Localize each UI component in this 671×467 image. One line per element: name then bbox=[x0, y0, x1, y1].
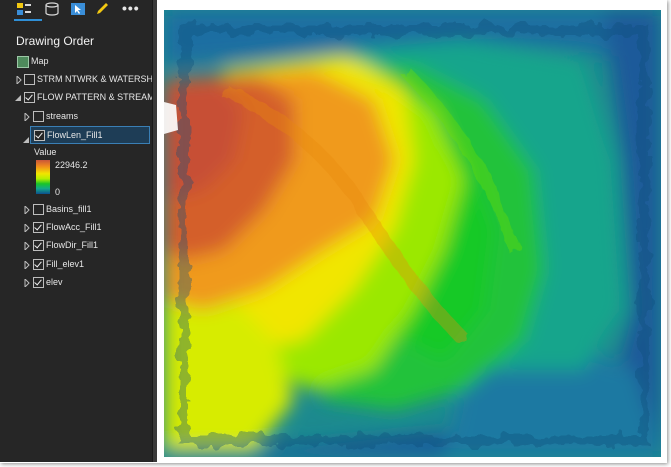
list-by-drawing-order-icon[interactable] bbox=[16, 2, 32, 16]
layer-visibility-checkbox[interactable] bbox=[24, 74, 35, 85]
map-icon bbox=[17, 56, 29, 68]
expand-arrow-icon[interactable] bbox=[24, 204, 30, 216]
layer-visibility-checkbox[interactable] bbox=[33, 222, 44, 233]
layer-visibility-checkbox[interactable] bbox=[33, 240, 44, 251]
list-by-source-icon[interactable] bbox=[44, 2, 60, 16]
flow-length-raster-image bbox=[164, 10, 661, 457]
expand-arrow-icon[interactable] bbox=[16, 74, 22, 86]
legend-title: Value bbox=[34, 147, 57, 157]
flow-length-raster[interactable] bbox=[164, 10, 661, 457]
tree-item-fill-elev1[interactable]: Fill_elev1 bbox=[0, 256, 152, 274]
layer-visibility-checkbox[interactable] bbox=[24, 92, 35, 103]
legend-low-value: 0 bbox=[55, 187, 61, 197]
tree-item-label: Basins_fill1 bbox=[46, 204, 92, 214]
layer-visibility-checkbox[interactable] bbox=[34, 130, 45, 141]
collapse-arrow-icon[interactable] bbox=[15, 94, 21, 102]
layer-visibility-checkbox[interactable] bbox=[33, 204, 44, 215]
tree-item-label: streams bbox=[46, 111, 79, 121]
tree-item-elev[interactable]: elev bbox=[0, 274, 152, 292]
tree-item-streams[interactable]: streams bbox=[0, 108, 152, 126]
expand-arrow-icon[interactable] bbox=[24, 277, 30, 289]
active-tab-indicator bbox=[14, 19, 42, 21]
tree-item-strm-ntwrk-watershed[interactable]: STRM NTWRK & WATERSHE bbox=[0, 71, 152, 89]
expand-arrow-icon[interactable] bbox=[24, 111, 30, 123]
tree-item-label: Fill_elev1 bbox=[46, 259, 85, 269]
tree-item-basins-fill1[interactable]: Basins_fill1 bbox=[0, 201, 152, 219]
contents-pane: ••• Drawing Order Map STRM NTWRK & WATER… bbox=[0, 0, 152, 462]
expand-arrow-icon[interactable] bbox=[24, 222, 30, 234]
tree-item-flow-pattern-streams[interactable]: FLOW PATTERN & STREAMS bbox=[0, 89, 152, 107]
tree-item-flowacc-fill1[interactable]: FlowAcc_Fill1 bbox=[0, 219, 152, 237]
more-options-icon[interactable]: ••• bbox=[122, 1, 140, 15]
layer-visibility-checkbox[interactable] bbox=[33, 259, 44, 270]
expand-arrow-icon[interactable] bbox=[24, 240, 30, 252]
contents-toolbar: ••• bbox=[0, 0, 152, 22]
layer-visibility-checkbox[interactable] bbox=[33, 111, 44, 122]
expand-arrow-icon[interactable] bbox=[24, 259, 30, 271]
tree-item-label: Map bbox=[31, 56, 49, 66]
tree-item-label: FlowDir_Fill1 bbox=[46, 240, 99, 250]
tree-item-label: elev bbox=[46, 277, 63, 287]
list-by-editing-icon[interactable] bbox=[94, 2, 110, 16]
tree-item-label: STRM NTWRK & WATERSHE bbox=[37, 74, 152, 84]
tree-item-flowdir-fill1[interactable]: FlowDir_Fill1 bbox=[0, 237, 152, 255]
legend-high-value: 22946.2 bbox=[55, 160, 88, 170]
tree-item-map[interactable]: Map bbox=[0, 53, 152, 71]
tree-item-label: FLOW PATTERN & STREAMS bbox=[37, 92, 152, 102]
tree-item-label: FlowAcc_Fill1 bbox=[46, 222, 102, 232]
tree-item-flowlen-fill1[interactable]: FlowLen_Fill1 bbox=[30, 126, 150, 144]
tree-item-label: FlowLen_Fill1 bbox=[47, 130, 103, 140]
list-by-selection-icon[interactable] bbox=[70, 2, 86, 16]
collapse-arrow-icon[interactable] bbox=[23, 131, 30, 149]
legend-color-ramp bbox=[36, 160, 50, 194]
pane-title: Drawing Order bbox=[16, 34, 95, 48]
layer-visibility-checkbox[interactable] bbox=[33, 277, 44, 288]
